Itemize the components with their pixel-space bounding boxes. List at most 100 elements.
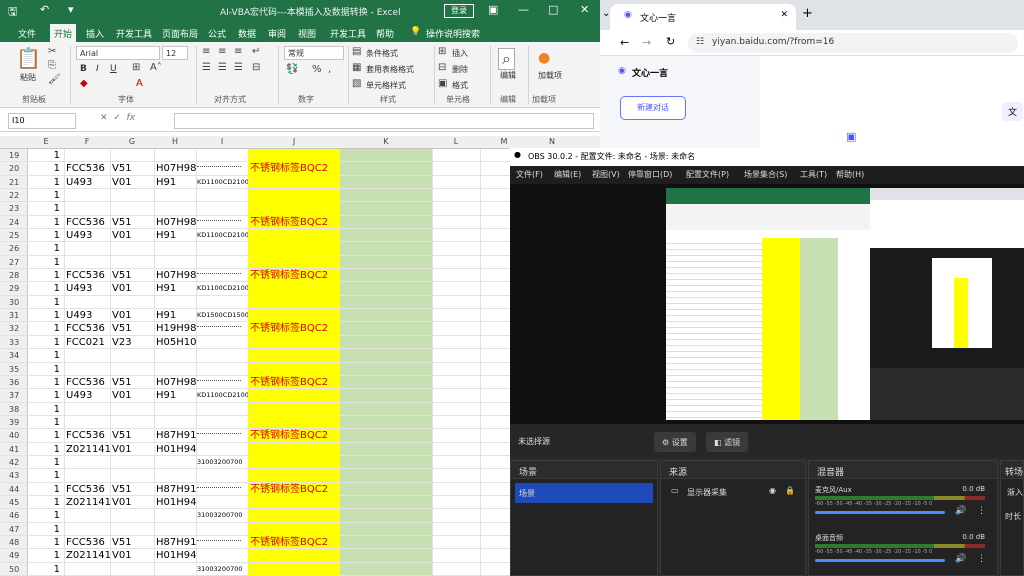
row-number[interactable]: 19	[0, 149, 28, 162]
cell-e[interactable]: 1	[28, 389, 64, 402]
cell-e[interactable]: 1	[28, 549, 64, 562]
formula-buttons[interactable]: ✕ ✓ fx	[100, 113, 135, 123]
align-right-icon[interactable]: ☰	[234, 62, 243, 73]
cell-e[interactable]: 1	[28, 149, 64, 162]
cell-h[interactable]: H07H98	[156, 376, 196, 389]
cell-g[interactable]: V01	[112, 549, 154, 562]
col-header[interactable]: J	[248, 137, 340, 146]
addin-button[interactable]: 加载项	[538, 70, 562, 81]
cell-j[interactable]: 不锈钢标签BQC2	[250, 376, 340, 389]
align-center-icon[interactable]: ☰	[218, 62, 227, 73]
speaker-icon[interactable]: 🔊	[955, 506, 966, 516]
browser-tab[interactable]: ◉ 文心一言 ✕	[610, 4, 796, 30]
tab-file[interactable]: 文件	[18, 27, 36, 40]
cell-h[interactable]: H01H94	[156, 549, 196, 562]
cell-f[interactable]: FCC536	[66, 429, 110, 442]
format-cells-button[interactable]: 格式	[452, 80, 468, 91]
url-field[interactable]: ☷ yiyan.baidu.com/?from=16	[688, 33, 1018, 53]
cell-i[interactable]: 31003200700	[197, 456, 248, 469]
cell-f[interactable]: FCC021	[66, 336, 110, 349]
cell-g[interactable]: V51	[112, 483, 154, 496]
reload-icon[interactable]: ↻	[666, 35, 675, 48]
cell-g[interactable]: V51	[112, 269, 154, 282]
col-header[interactable]: K	[340, 137, 432, 146]
row-number[interactable]: 38	[0, 402, 28, 415]
scene-item[interactable]: 场景	[515, 483, 653, 503]
cell-e[interactable]: 1	[28, 523, 64, 536]
cell-e[interactable]: 1	[28, 256, 64, 269]
row-number[interactable]: 47	[0, 522, 28, 535]
tab-insert[interactable]: 插入	[86, 27, 104, 40]
cell-h[interactable]: H91	[156, 229, 196, 242]
cell-e[interactable]: 1	[28, 536, 64, 549]
cell-e[interactable]: 1	[28, 189, 64, 202]
cell-e[interactable]: 1	[28, 363, 64, 376]
col-header[interactable]: I	[196, 137, 248, 146]
col-header[interactable]: E	[28, 137, 64, 146]
col-header[interactable]: F	[64, 137, 110, 146]
cell-h[interactable]: H07H98	[156, 216, 196, 229]
bold-button[interactable]: B	[80, 64, 87, 74]
row-number[interactable]: 41	[0, 442, 28, 455]
row-number[interactable]: 46	[0, 509, 28, 522]
wrap-text-icon[interactable]: ↵	[252, 46, 260, 57]
filters-button[interactable]: ◧ 滤镜	[706, 432, 749, 452]
menu-tools[interactable]: 工具(T)	[800, 169, 827, 180]
row-number[interactable]: 27	[0, 255, 28, 269]
row-number[interactable]: 35	[0, 362, 28, 375]
cell-g[interactable]: V51	[112, 162, 154, 175]
row-number[interactable]: 28	[0, 269, 28, 282]
menu-docks[interactable]: 停靠窗口(D)	[628, 169, 672, 180]
cell-j[interactable]: 不锈钢标签BQC2	[250, 322, 340, 335]
cell-h[interactable]: H91	[156, 309, 196, 322]
cell-i[interactable]: KD1100CD2100	[197, 389, 248, 402]
cell-f[interactable]: U493	[66, 309, 110, 322]
cell-h[interactable]: H91	[156, 282, 196, 295]
cell-h[interactable]: H87H91	[156, 483, 196, 496]
cell-i[interactable]	[197, 376, 248, 381]
cell-i[interactable]: KD1100CD2100	[197, 282, 248, 295]
delete-cells-button[interactable]: 删除	[452, 64, 468, 75]
search-icon[interactable]: ⌕	[498, 48, 515, 70]
back-icon[interactable]: ←	[620, 36, 629, 49]
cell-h[interactable]: H91	[156, 176, 196, 189]
col-header[interactable]: N	[528, 137, 576, 146]
cell-e[interactable]: 1	[28, 429, 64, 442]
cell-e[interactable]: 1	[28, 176, 64, 189]
ribbon-display-icon[interactable]: ▣	[488, 3, 498, 16]
cell-g[interactable]: V01	[112, 282, 154, 295]
cell-f[interactable]: FCC536	[66, 322, 110, 335]
cell-e[interactable]: 1	[28, 282, 64, 295]
cell-i[interactable]: KD1500CD1500	[197, 309, 248, 322]
name-box[interactable]: I10	[8, 113, 76, 129]
tab-developer-2[interactable]: 开发工具	[330, 27, 366, 40]
cell-e[interactable]: 1	[28, 416, 64, 429]
align-middle-icon[interactable]: ≡	[218, 46, 226, 57]
formula-input[interactable]	[174, 113, 594, 129]
volume-slider[interactable]	[815, 511, 945, 514]
col-header[interactable]: M	[480, 137, 528, 146]
menu-file[interactable]: 文件(F)	[516, 169, 543, 180]
row-number[interactable]: 29	[0, 282, 28, 295]
cell-f[interactable]: FCC536	[66, 162, 110, 175]
cell-e[interactable]: 1	[28, 202, 64, 215]
cell-i[interactable]: KD1100CD2100	[197, 176, 248, 189]
cell-i[interactable]: 31003200700	[197, 509, 248, 522]
cell-h[interactable]: H05H10	[156, 336, 196, 349]
menu-help[interactable]: 帮助(H)	[836, 169, 864, 180]
row-number[interactable]: 24	[0, 215, 28, 229]
tab-help[interactable]: 帮助	[376, 27, 394, 40]
lock-icon[interactable]: 🔒	[785, 486, 795, 495]
menu-scene-collection[interactable]: 场景集合(S)	[744, 169, 787, 180]
cut-icon[interactable]: ✂	[48, 46, 56, 57]
row-number[interactable]: 22	[0, 189, 28, 202]
new-tab-icon[interactable]: +	[802, 6, 813, 21]
cell-i[interactable]: 31003200700	[197, 563, 248, 576]
cell-j[interactable]: 不锈钢标签BQC2	[250, 216, 340, 229]
row-number[interactable]: 42	[0, 455, 28, 469]
transition-select[interactable]: 渐入	[1007, 487, 1023, 498]
row-number[interactable]: 20	[0, 162, 28, 175]
align-bottom-icon[interactable]: ≡	[234, 46, 242, 57]
font-color-icon[interactable]: A	[136, 78, 143, 89]
align-top-icon[interactable]: ≡	[202, 46, 210, 57]
